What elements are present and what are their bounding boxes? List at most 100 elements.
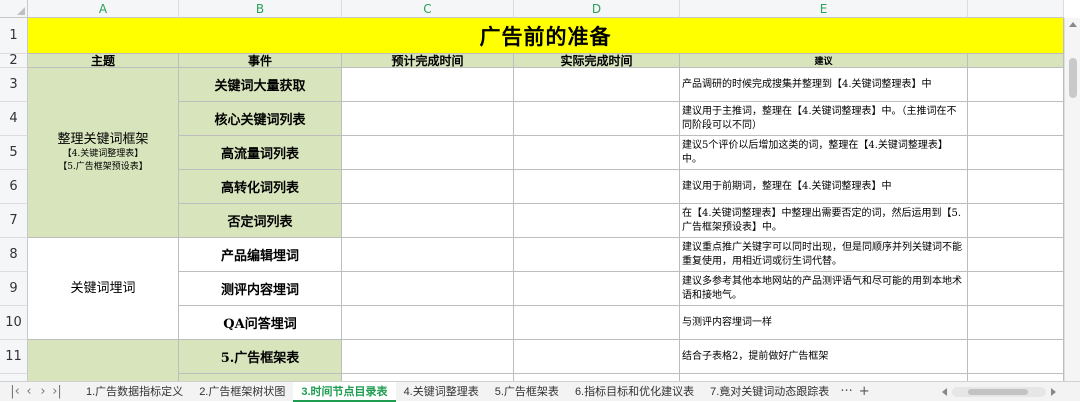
column-header-d[interactable]: D	[514, 0, 680, 18]
sheet-tab[interactable]: 1.广告数据指标定义	[78, 382, 191, 402]
sheet-tab[interactable]: 5.广告框架表	[487, 382, 567, 402]
vertical-scrollbar[interactable]	[1064, 18, 1080, 381]
row-header-9[interactable]: 9	[0, 272, 28, 306]
header-suggestion[interactable]: 建议	[680, 54, 968, 68]
column-header-e[interactable]: E	[680, 0, 968, 18]
event-cell[interactable]: 高流量词列表	[179, 136, 342, 170]
empty-cell[interactable]	[968, 136, 1064, 170]
planned-time-cell[interactable]	[342, 136, 514, 170]
row-header-7[interactable]: 7	[0, 204, 28, 238]
empty-cell[interactable]	[968, 306, 1064, 340]
empty-cell[interactable]	[968, 272, 1064, 306]
row-header-10[interactable]: 10	[0, 306, 28, 340]
column-header-c[interactable]: C	[342, 0, 514, 18]
row-header-5[interactable]: 5	[0, 136, 28, 170]
header-actual-time[interactable]: 实际完成时间	[514, 54, 680, 68]
first-sheet-icon[interactable]: |‹	[8, 384, 22, 399]
empty-cell[interactable]	[968, 102, 1064, 136]
suggestion-cell[interactable]	[680, 374, 968, 381]
column-header-b[interactable]: B	[179, 0, 342, 18]
suggestion-cell[interactable]: 建议用于主推词，整理在【4.关键词整理表】中。（主推词在不同阶段可以不同）	[680, 102, 968, 136]
event-cell[interactable]: 测评内容埋词	[179, 272, 342, 306]
row-header-1[interactable]: 1	[0, 18, 28, 54]
suggestion-cell[interactable]: 与测评内容埋词一样	[680, 306, 968, 340]
row-header-12[interactable]	[0, 374, 28, 381]
planned-time-cell[interactable]	[342, 374, 514, 381]
empty-cell[interactable]	[968, 238, 1064, 272]
event-cell[interactable]: 核心关键词列表	[179, 102, 342, 136]
event-cell[interactable]: 5.广告框架表	[179, 340, 342, 374]
actual-time-cell[interactable]	[514, 340, 680, 374]
row-header-11[interactable]: 11	[0, 340, 28, 374]
theme-keyword-embedding[interactable]: 关键词埋词	[28, 238, 179, 340]
theme-keyword-framework[interactable]: 整理关键词框架 【4.关键词整理表】 【5.广告框架预设表】	[28, 68, 179, 238]
actual-time-cell[interactable]	[514, 374, 680, 381]
last-sheet-icon[interactable]: ›|	[50, 384, 64, 399]
planned-time-cell[interactable]	[342, 272, 514, 306]
actual-time-cell[interactable]	[514, 272, 680, 306]
more-tabs-icon[interactable]: ···	[837, 384, 855, 399]
header-event[interactable]: 事件	[179, 54, 342, 68]
actual-time-cell[interactable]	[514, 102, 680, 136]
horizontal-scrollbar[interactable]	[940, 387, 1058, 397]
event-cell[interactable]: 否定词列表	[179, 204, 342, 238]
header-planned-time[interactable]: 预计完成时间	[342, 54, 514, 68]
suggestion-cell[interactable]: 建议重点推广关键字可以同时出现，但是同顺序并列关键词不能重复使用，用相近词或衍生…	[680, 238, 968, 272]
planned-time-cell[interactable]	[342, 68, 514, 102]
event-cell[interactable]: 关键词大量获取	[179, 68, 342, 102]
title-cell[interactable]: 广告前的准备	[28, 18, 1064, 54]
sheet-tab[interactable]: 6.指标目标和优化建议表	[567, 382, 702, 402]
suggestion-cell[interactable]: 建议5个评价以后增加这类的词，整理在【4.关键词整理表】中。	[680, 136, 968, 170]
theme-ad-framework[interactable]	[28, 340, 179, 381]
event-cell[interactable]: 高转化词列表	[179, 170, 342, 204]
scroll-up-icon[interactable]	[1069, 22, 1077, 27]
actual-time-cell[interactable]	[514, 170, 680, 204]
actual-time-cell[interactable]	[514, 204, 680, 238]
suggestion-cell[interactable]: 建议多参考其他本地网站的产品测评语气和尽可能的用到本地术语和接地气。	[680, 272, 968, 306]
horizontal-scroll-track[interactable]	[952, 387, 1046, 397]
suggestion-cell[interactable]: 产品调研的时候完成搜集并整理到【4.关键词整理表】中	[680, 68, 968, 102]
actual-time-cell[interactable]	[514, 306, 680, 340]
scroll-right-icon[interactable]	[1051, 388, 1056, 396]
empty-cell[interactable]	[968, 374, 1064, 381]
actual-time-cell[interactable]	[514, 68, 680, 102]
header-theme[interactable]: 主题	[28, 54, 179, 68]
planned-time-cell[interactable]	[342, 102, 514, 136]
planned-time-cell[interactable]	[342, 340, 514, 374]
actual-time-cell[interactable]	[514, 238, 680, 272]
add-sheet-icon[interactable]: +	[856, 384, 873, 399]
next-sheet-icon[interactable]: ›	[36, 384, 50, 399]
column-header-f[interactable]	[968, 0, 1064, 18]
suggestion-cell[interactable]: 结合子表格2，提前做好广告框架	[680, 340, 968, 374]
planned-time-cell[interactable]	[342, 204, 514, 238]
row-header-8[interactable]: 8	[0, 238, 28, 272]
sheet-tab[interactable]: 2.广告框架树状图	[191, 382, 293, 402]
spreadsheet-grid[interactable]: A B C D E 1 2 3 4 5 6 7 8 9 10 11 广告前的准备…	[0, 0, 1080, 381]
empty-cell[interactable]	[968, 204, 1064, 238]
vertical-scroll-thumb[interactable]	[1069, 58, 1077, 98]
sheet-tab[interactable]: 4.关键词整理表	[396, 382, 487, 402]
planned-time-cell[interactable]	[342, 238, 514, 272]
row-header-6[interactable]: 6	[0, 170, 28, 204]
row-header-3[interactable]: 3	[0, 68, 28, 102]
sheet-tab[interactable]: 7.竟对关键词动态跟踪表	[702, 382, 837, 402]
event-cell[interactable]	[179, 374, 342, 381]
select-all-corner[interactable]	[0, 0, 28, 18]
empty-cell[interactable]	[968, 170, 1064, 204]
header-empty[interactable]	[968, 54, 1064, 68]
prev-sheet-icon[interactable]: ‹	[22, 384, 36, 399]
column-header-a[interactable]: A	[28, 0, 179, 18]
row-header-4[interactable]: 4	[0, 102, 28, 136]
empty-cell[interactable]	[968, 340, 1064, 374]
horizontal-scroll-thumb[interactable]	[968, 389, 1028, 395]
event-cell[interactable]: 产品编辑埋词	[179, 238, 342, 272]
suggestion-cell[interactable]: 在【4.关键词整理表】中整理出需要否定的词，然后运用到【5.广告框架预设表】中。	[680, 204, 968, 238]
event-cell[interactable]: QA问答埋词	[179, 306, 342, 340]
empty-cell[interactable]	[968, 68, 1064, 102]
row-header-2[interactable]: 2	[0, 53, 28, 68]
suggestion-cell[interactable]: 建议用于前期词，整理在【4.关键词整理表】中	[680, 170, 968, 204]
planned-time-cell[interactable]	[342, 170, 514, 204]
actual-time-cell[interactable]	[514, 136, 680, 170]
sheet-tab-active[interactable]: 3.时间节点目录表	[293, 381, 396, 402]
scroll-left-icon[interactable]	[942, 388, 947, 396]
